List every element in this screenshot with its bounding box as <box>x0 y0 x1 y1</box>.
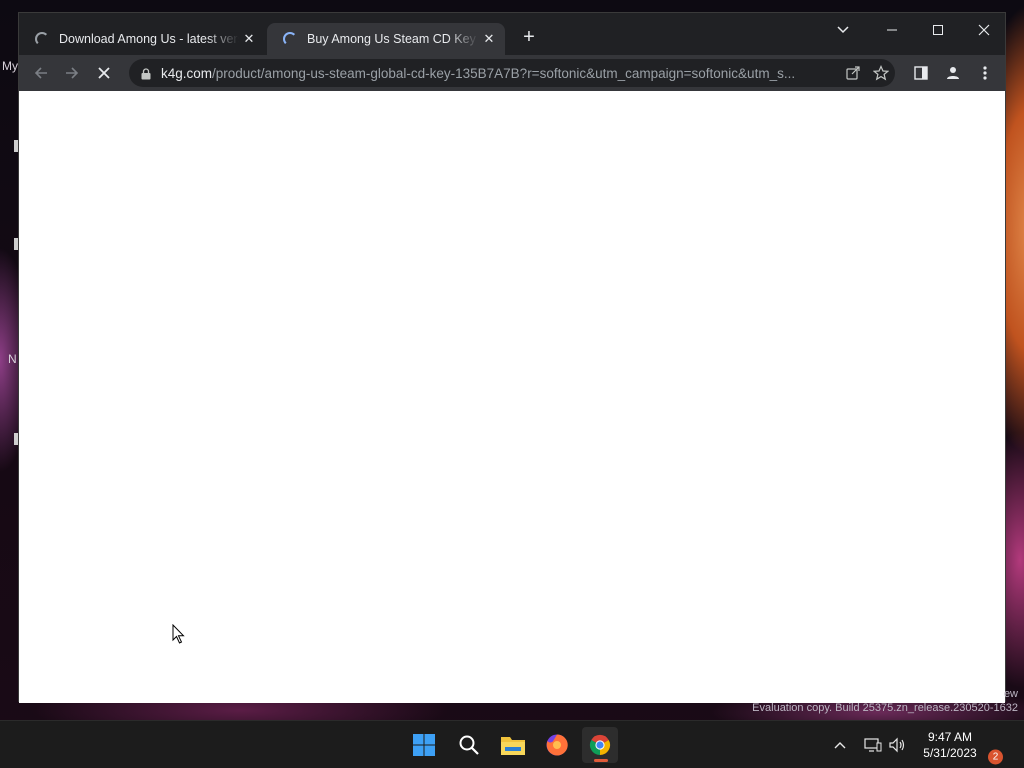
taskbar: 9:47 AM 5/31/2023 2 <box>0 720 1024 768</box>
tab-buy-among-us[interactable]: Buy Among Us Steam CD Key | K4G.com ✕ <box>267 23 505 55</box>
minimize-button[interactable] <box>869 17 915 43</box>
tab-download-among-us[interactable]: Download Among Us - latest version ✕ <box>19 23 265 55</box>
desktop-icon-label[interactable]: N <box>8 352 17 366</box>
arrow-left-icon[interactable] <box>27 59 55 87</box>
windows-start-icon[interactable] <box>406 727 442 763</box>
tab-close-icon[interactable]: ✕ <box>239 31 259 47</box>
network-icon[interactable] <box>862 733 884 757</box>
search-icon[interactable] <box>451 727 487 763</box>
arrow-right-icon[interactable] <box>58 59 86 87</box>
mouse-cursor-icon <box>172 623 186 649</box>
desktop-icon-label[interactable]: My <box>2 59 18 73</box>
side-panel-icon[interactable] <box>907 59 935 87</box>
watermark-text: ew <box>1003 688 1018 700</box>
stop-loading-icon[interactable] <box>90 59 118 87</box>
tab-close-icon[interactable]: ✕ <box>479 31 499 47</box>
chrome-icon[interactable] <box>582 727 618 763</box>
loading-spinner-icon <box>283 32 297 46</box>
kebab-menu-icon[interactable] <box>971 59 999 87</box>
chevron-down-icon[interactable] <box>823 17 863 43</box>
share-icon[interactable] <box>839 59 867 87</box>
chevron-up-icon[interactable] <box>830 733 850 757</box>
page-content[interactable] <box>19 91 1005 703</box>
tab-title: Buy Among Us Steam CD Key | K4G.com <box>307 32 479 46</box>
loading-spinner-icon <box>35 32 49 46</box>
browser-window: Download Among Us - latest version ✕ Buy… <box>18 12 1006 703</box>
notification-badge[interactable]: 2 <box>988 749 1003 765</box>
volume-icon[interactable] <box>886 733 908 757</box>
system-clock[interactable]: 9:47 AM 5/31/2023 <box>915 729 985 761</box>
close-window-button[interactable] <box>961 17 1007 43</box>
new-tab-button[interactable]: + <box>517 25 541 49</box>
tab-strip: Download Among Us - latest version ✕ Buy… <box>19 13 1005 55</box>
clock-time: 9:47 AM <box>927 730 973 744</box>
firefox-icon[interactable] <box>539 727 575 763</box>
watermark-text: Evaluation copy. Build 25375.zn_release.… <box>752 702 1018 714</box>
browser-toolbar: k4g.com/product/among-us-steam-global-cd… <box>19 55 1005 91</box>
tab-title: Download Among Us - latest version <box>59 32 239 46</box>
file-explorer-icon[interactable] <box>495 727 531 763</box>
url-text[interactable]: k4g.com/product/among-us-steam-global-cd… <box>161 66 839 81</box>
lock-icon[interactable] <box>141 67 151 80</box>
star-icon[interactable] <box>867 59 895 87</box>
clock-date: 5/31/2023 <box>923 746 977 760</box>
address-bar[interactable]: k4g.com/product/among-us-steam-global-cd… <box>129 59 895 87</box>
maximize-button[interactable] <box>915 17 961 43</box>
profile-icon[interactable] <box>939 59 967 87</box>
